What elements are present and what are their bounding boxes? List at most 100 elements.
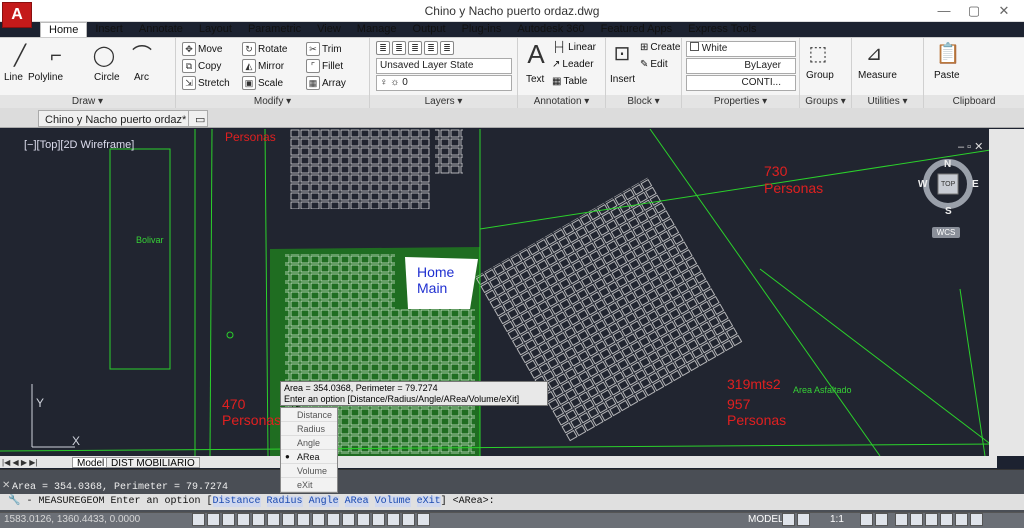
tab-layout[interactable]: Layout	[191, 22, 240, 37]
tab-output[interactable]: Output	[405, 22, 454, 37]
lwt-toggle[interactable]	[327, 513, 340, 526]
tab-express-tools[interactable]: Express Tools	[680, 22, 764, 37]
command-close-icon[interactable]: ✕	[2, 480, 10, 491]
color-dropdown[interactable]: White	[686, 41, 796, 57]
am-toggle[interactable]	[387, 513, 400, 526]
copy-button[interactable]: ⧉ Copy	[182, 59, 221, 73]
osnap-toggle[interactable]	[267, 513, 280, 526]
menu-volume[interactable]: Volume	[281, 464, 337, 478]
model-space-button[interactable]: MODEL	[748, 514, 784, 525]
dyn-toggle[interactable]	[312, 513, 325, 526]
viewport-window-controls[interactable]: – ▫ ✕	[958, 140, 983, 153]
group-button[interactable]: Group	[806, 70, 834, 81]
status-bar-menu-icon[interactable]	[955, 513, 968, 526]
viewport-controls-label[interactable]: [−][Top][2D Wireframe]	[24, 139, 134, 151]
viewcube-east[interactable]: E	[972, 179, 979, 190]
app-menu-button[interactable]: A	[2, 2, 32, 28]
layout-nav-arrows[interactable]: |◀ ◀ ▶ ▶|	[2, 457, 70, 468]
new-tab-button[interactable]: ▭	[188, 110, 208, 127]
annotation-visibility-icon[interactable]	[860, 513, 873, 526]
menu-distance[interactable]: Distance	[281, 408, 337, 422]
stretch-button[interactable]: ⇲ Stretch	[182, 76, 230, 90]
linetype-dropdown[interactable]: ByLayer	[686, 58, 796, 74]
rotate-button[interactable]: ↻ Rotate	[242, 42, 287, 56]
menu-radius[interactable]: Radius	[281, 422, 337, 436]
layer-properties-icon[interactable]: ≣	[376, 41, 390, 55]
file-tab-chino-y-nacho[interactable]: Chino y Nacho puerto ordaz* ✕	[38, 110, 206, 127]
tab-insert[interactable]: Insert	[87, 22, 131, 37]
scale-button[interactable]: ▣ Scale	[242, 76, 283, 90]
paste-button[interactable]: Paste	[934, 70, 960, 81]
tab-plugins[interactable]: Plug-ins	[454, 22, 510, 37]
quick-view-drawings-icon[interactable]	[797, 513, 810, 526]
clipboard-panel-title[interactable]: Clipboard	[924, 95, 1024, 108]
annotation-panel-title[interactable]: Annotation ▾	[518, 95, 605, 108]
grid-toggle[interactable]	[222, 513, 235, 526]
move-button[interactable]: ✥ Move	[182, 42, 222, 56]
sheet-tab-model[interactable]: Model	[72, 457, 110, 469]
workspace-toggle[interactable]	[417, 513, 430, 526]
auto-scale-icon[interactable]	[875, 513, 888, 526]
viewcube-north[interactable]: N	[944, 159, 951, 170]
tab-home[interactable]: Home	[40, 22, 88, 37]
cmd-opt-angle[interactable]: Angle	[308, 496, 339, 507]
edit-block-button[interactable]: ✎ Edit	[640, 59, 668, 70]
polar-toggle[interactable]	[252, 513, 265, 526]
infer-constraints-toggle[interactable]	[192, 513, 205, 526]
viewcube-top[interactable]: TOP	[941, 181, 955, 188]
layers-panel-title[interactable]: Layers ▾	[370, 95, 517, 108]
draw-panel-title[interactable]: Draw ▾	[0, 95, 175, 108]
create-block-button[interactable]: ⊞ Create	[640, 42, 680, 53]
workspace-switching-icon[interactable]	[895, 513, 908, 526]
lineweight-dropdown[interactable]: CONTI...	[686, 75, 796, 91]
vertical-scrollbar[interactable]	[989, 129, 1024, 456]
snap-toggle[interactable]	[207, 513, 220, 526]
cmd-opt-distance[interactable]: Distance	[212, 496, 261, 507]
qp-toggle[interactable]	[357, 513, 370, 526]
tab-view[interactable]: View	[309, 22, 349, 37]
ortho-toggle[interactable]	[237, 513, 250, 526]
measure-button[interactable]: Measure	[858, 70, 897, 81]
selection-cycling-toggle[interactable]	[402, 513, 415, 526]
layer-freeze-icon[interactable]: ≣	[424, 41, 438, 55]
cmd-opt-exit[interactable]: eXit	[416, 496, 441, 507]
viewcube-south[interactable]: S	[945, 206, 952, 217]
sheet-tab-dist-mobiliario[interactable]: DIST MOBILIARIO	[106, 457, 200, 469]
groups-panel-title[interactable]: Groups ▾	[800, 95, 851, 108]
layer-isolate-icon[interactable]: ≣	[408, 41, 422, 55]
layer-lock-icon[interactable]: ≣	[440, 41, 454, 55]
tab-parametric[interactable]: Parametric	[240, 22, 309, 37]
menu-exit[interactable]: eXit	[281, 478, 337, 492]
wcs-button[interactable]: WCS	[932, 227, 960, 238]
sc-toggle[interactable]	[372, 513, 385, 526]
maximize-button[interactable]: ▢	[960, 2, 988, 20]
close-button[interactable]: ✕	[990, 2, 1018, 20]
tab-annotate[interactable]: Annotate	[131, 22, 191, 37]
tab-autodesk360[interactable]: Autodesk 360	[509, 22, 592, 37]
utilities-panel-title[interactable]: Utilities ▾	[852, 95, 923, 108]
tab-manage[interactable]: Manage	[349, 22, 405, 37]
linear-button[interactable]: ├┤ Linear	[552, 42, 596, 53]
mirror-button[interactable]: ◭ Mirror	[242, 59, 284, 73]
clean-screen-icon[interactable]	[970, 513, 983, 526]
layer-off-icon[interactable]: ≣	[392, 41, 406, 55]
isolate-objects-icon[interactable]	[940, 513, 953, 526]
tab-featured-apps[interactable]: Featured Apps	[593, 22, 681, 37]
hardware-acceleration-icon[interactable]	[925, 513, 938, 526]
properties-panel-title[interactable]: Properties ▾	[682, 95, 799, 108]
leader-button[interactable]: ↗ Leader	[552, 59, 594, 70]
array-button[interactable]: ▦ Array	[306, 76, 346, 90]
viewcube-west[interactable]: W	[918, 179, 927, 190]
cmd-opt-area[interactable]: ARea	[344, 496, 369, 507]
line-button[interactable]: Line	[4, 72, 23, 83]
block-panel-title[interactable]: Block ▾	[606, 95, 681, 108]
minimize-button[interactable]: —	[930, 2, 958, 20]
cmd-opt-radius[interactable]: Radius	[266, 496, 303, 507]
menu-area[interactable]: ARea	[281, 450, 337, 464]
tpy-toggle[interactable]	[342, 513, 355, 526]
fillet-button[interactable]: ⌜ Fillet	[306, 59, 343, 73]
modify-panel-title[interactable]: Modify ▾	[176, 95, 369, 108]
insert-button[interactable]: Insert	[610, 74, 635, 85]
menu-angle[interactable]: Angle	[281, 436, 337, 450]
command-input[interactable]: 🔧 - MEASUREGEOM Enter an option [Distanc…	[0, 494, 1024, 510]
